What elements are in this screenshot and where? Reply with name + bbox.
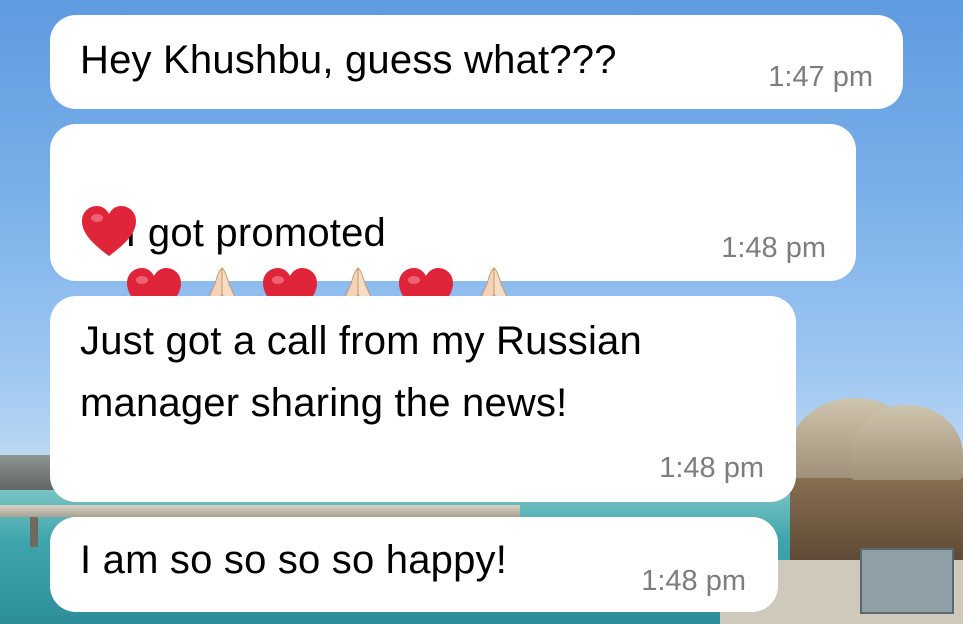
heart-icon (82, 206, 136, 256)
wallpaper-hut (790, 470, 963, 560)
message-text: I am so so so so happy! (80, 538, 508, 582)
wallpaper-golf-cart (860, 548, 954, 614)
message-bubble[interactable]: I am so so so so happy! 1:48 pm (50, 517, 778, 612)
message-bubble[interactable]: I got promoted 1:48 pm (50, 124, 856, 318)
wallpaper-pier (0, 505, 520, 517)
message-timestamp: 1:48 pm (641, 565, 746, 597)
message-timestamp: 1:47 pm (768, 61, 873, 93)
message-bubble[interactable]: Just got a call from my Russian manager … (50, 296, 796, 502)
message-text: Hey Khushbu, guess what??? (80, 38, 617, 82)
message-bubble[interactable]: Hey Khushbu, guess what??? 1:47 pm (50, 15, 903, 109)
wallpaper-pier-post (30, 517, 38, 547)
message-text: I got promoted (125, 211, 386, 255)
message-text-line: Just got a call from my Russian (80, 319, 642, 363)
message-timestamp: 1:48 pm (721, 232, 826, 264)
message-text-line: manager sharing the news! (80, 381, 568, 425)
message-timestamp: 1:48 pm (659, 452, 764, 484)
